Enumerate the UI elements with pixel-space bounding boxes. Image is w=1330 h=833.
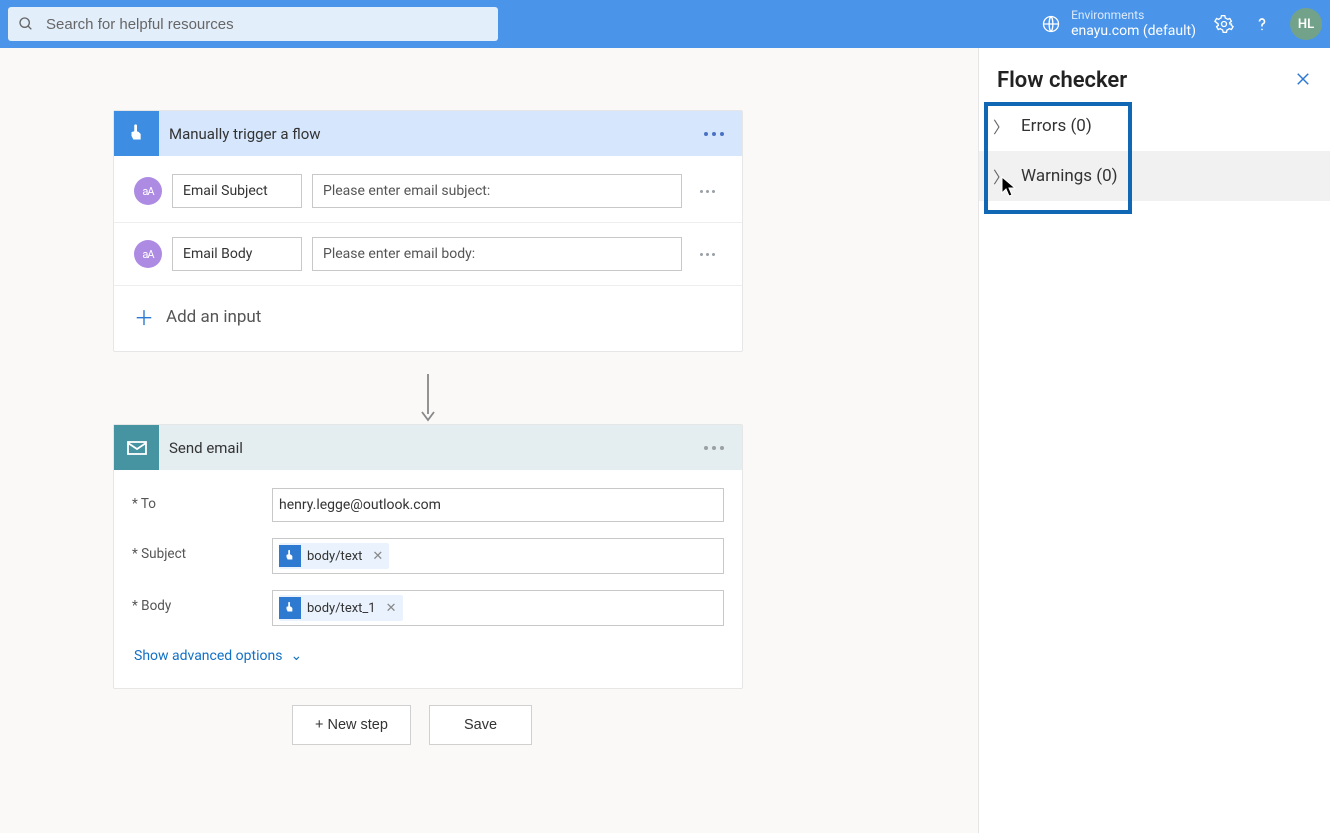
- warnings-row[interactable]: 〉 Warnings (0): [979, 151, 1330, 201]
- dynamic-token-body[interactable]: body/text_1 ✕: [279, 595, 403, 621]
- trigger-icon: [114, 111, 159, 156]
- help-icon[interactable]: [1252, 14, 1272, 34]
- field-body: * Body body/text_1 ✕: [114, 582, 742, 634]
- field-subject: * Subject body/text ✕: [114, 530, 742, 582]
- chevron-right-icon: 〉: [993, 164, 1009, 188]
- field-input-to[interactable]: henry.legge@outlook.com: [272, 488, 724, 522]
- warnings-label: Warnings (0): [1021, 166, 1118, 186]
- flow-connector-arrow: [418, 374, 438, 424]
- advanced-options-label: Show advanced options: [134, 648, 282, 664]
- footer-buttons: + New step Save: [292, 705, 532, 745]
- dynamic-token-subject[interactable]: body/text ✕: [279, 543, 389, 569]
- text-type-icon: aA: [134, 240, 162, 268]
- trigger-input-placeholder[interactable]: Please enter email body:: [312, 237, 682, 271]
- gear-icon[interactable]: [1214, 14, 1234, 34]
- chevron-right-icon: 〉: [993, 114, 1009, 138]
- environment-label: Environments: [1071, 9, 1196, 23]
- search-box[interactable]: [8, 7, 498, 41]
- trigger-card-title: Manually trigger a flow: [169, 125, 688, 143]
- token-remove-icon[interactable]: ✕: [382, 601, 397, 616]
- top-bar: Environments enayu.com (default) HL: [0, 0, 1330, 48]
- token-icon: [279, 545, 301, 567]
- trigger-card-menu[interactable]: [698, 126, 730, 142]
- field-input-body[interactable]: body/text_1 ✕: [272, 590, 724, 626]
- plus-icon: ＋: [134, 302, 154, 331]
- trigger-card-header[interactable]: Manually trigger a flow: [114, 111, 742, 156]
- search-input[interactable]: [44, 15, 488, 34]
- mail-icon: [114, 425, 159, 470]
- errors-row[interactable]: 〉 Errors (0): [979, 101, 1330, 151]
- action-card: Send email * To henry.legge@outlook.com …: [113, 424, 743, 689]
- flow-checker-panel: Flow checker 〉 Errors (0) 〉 Warnings (0): [978, 48, 1330, 833]
- trigger-input-placeholder[interactable]: Please enter email subject:: [312, 174, 682, 208]
- trigger-input-row: aA Email Subject Please enter email subj…: [114, 160, 742, 223]
- trigger-card: Manually trigger a flow aA Email Subject…: [113, 110, 743, 352]
- token-text: body/text: [307, 549, 362, 564]
- new-step-button[interactable]: + New step: [292, 705, 411, 745]
- add-input-button[interactable]: ＋ Add an input: [114, 286, 742, 343]
- trigger-input-name[interactable]: Email Body: [172, 237, 302, 271]
- show-advanced-options[interactable]: Show advanced options ⌄: [114, 634, 742, 680]
- field-label-body: * Body: [132, 590, 272, 614]
- save-button[interactable]: Save: [429, 705, 532, 745]
- token-text: body/text_1: [307, 601, 376, 616]
- search-icon: [18, 16, 34, 32]
- field-input-subject[interactable]: body/text ✕: [272, 538, 724, 574]
- user-avatar[interactable]: HL: [1290, 8, 1322, 40]
- field-label-subject: * Subject: [132, 538, 272, 562]
- chevron-down-icon: ⌄: [290, 648, 302, 664]
- flow-checker-title: Flow checker: [997, 68, 1127, 93]
- trigger-row-menu[interactable]: [692, 239, 722, 269]
- environment-name: enayu.com (default): [1071, 23, 1196, 39]
- topbar-right: Environments enayu.com (default) HL: [1041, 8, 1322, 40]
- token-icon: [279, 597, 301, 619]
- field-label-to: * To: [132, 488, 272, 512]
- field-to: * To henry.legge@outlook.com: [114, 480, 742, 530]
- trigger-row-menu[interactable]: [692, 176, 722, 206]
- environment-switcher[interactable]: Environments enayu.com (default): [1041, 9, 1196, 39]
- add-input-label: Add an input: [166, 307, 261, 327]
- text-type-icon: aA: [134, 177, 162, 205]
- action-card-title: Send email: [169, 439, 688, 457]
- globe-icon: [1041, 14, 1061, 34]
- action-card-menu[interactable]: [698, 440, 730, 456]
- trigger-input-name[interactable]: Email Subject: [172, 174, 302, 208]
- trigger-input-row: aA Email Body Please enter email body:: [114, 223, 742, 286]
- token-remove-icon[interactable]: ✕: [368, 549, 383, 564]
- errors-label: Errors (0): [1021, 116, 1092, 136]
- action-card-header[interactable]: Send email: [114, 425, 742, 470]
- close-icon[interactable]: [1294, 70, 1312, 92]
